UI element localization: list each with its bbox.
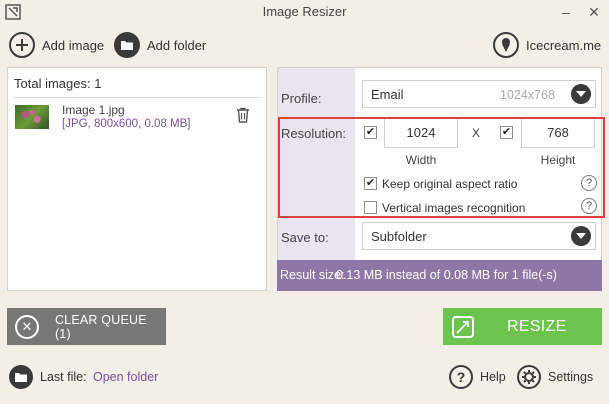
add-image-label: Add image <box>42 37 105 53</box>
folder-icon[interactable] <box>9 365 33 389</box>
save-to-dropdown[interactable]: Subfolder <box>362 222 596 250</box>
help-icon[interactable]: ? <box>449 365 473 389</box>
image-queue-panel: Total images: 1 Image 1.jpg [JPG, 800x60… <box>7 67 267 291</box>
trash-icon[interactable] <box>236 107 250 123</box>
folder-icon <box>114 32 140 58</box>
save-to-label: Save to: <box>281 230 329 245</box>
settings-label[interactable]: Settings <box>548 370 593 384</box>
total-images-label: Total images: 1 <box>14 76 102 91</box>
profile-dimensions: 1024x768 <box>500 88 555 102</box>
clear-queue-label: CLEAR QUEUE (1) <box>54 312 147 341</box>
clear-queue-button[interactable]: ✕ CLEAR QUEUE (1) <box>7 308 166 345</box>
close-button[interactable]: ✕ <box>585 3 603 21</box>
result-size-text: 0.13 MB instead of 0.08 MB for 1 file(-s… <box>336 268 557 282</box>
add-folder-button[interactable]: Add folder <box>114 32 206 58</box>
file-name: Image 1.jpg <box>62 103 125 117</box>
plus-icon <box>9 32 35 58</box>
minimize-button[interactable]: – <box>557 3 575 21</box>
help-label[interactable]: Help <box>480 370 506 384</box>
chevron-down-icon[interactable] <box>571 226 591 246</box>
icecream-site-link[interactable]: Icecream.me <box>493 32 601 58</box>
profile-value: Email <box>371 87 404 102</box>
profile-label: Profile: <box>281 91 322 106</box>
resolution-highlight-frame <box>278 117 605 218</box>
add-folder-label: Add folder <box>147 37 207 53</box>
icecream-site-label: Icecream.me <box>526 37 602 53</box>
resize-label: RESIZE <box>507 317 567 335</box>
profile-dropdown[interactable]: Email 1024x768 <box>362 80 596 108</box>
result-size-bar: Result size: 0.13 MB instead of 0.08 MB … <box>277 260 602 291</box>
icecream-logo-icon <box>493 32 519 58</box>
image-thumbnail <box>15 105 49 129</box>
save-to-value: Subfolder <box>371 229 427 244</box>
last-file-label: Last file: <box>40 370 87 384</box>
file-info: [JPG, 800x600, 0.08 MB] <box>62 118 191 130</box>
resize-button[interactable]: RESIZE <box>443 308 602 345</box>
list-item[interactable]: Image 1.jpg [JPG, 800x600, 0.08 MB] <box>8 98 266 132</box>
gear-icon[interactable] <box>517 365 541 389</box>
title-bar: Image Resizer – ✕ <box>0 0 609 24</box>
window-title: Image Resizer <box>262 4 347 19</box>
resize-icon <box>452 315 474 338</box>
add-image-button[interactable]: Add image <box>9 32 104 58</box>
close-circle-icon: ✕ <box>15 314 39 339</box>
open-folder-link[interactable]: Open folder <box>93 370 158 384</box>
chevron-down-icon[interactable] <box>571 84 591 104</box>
result-size-label: Result size: <box>280 268 345 282</box>
